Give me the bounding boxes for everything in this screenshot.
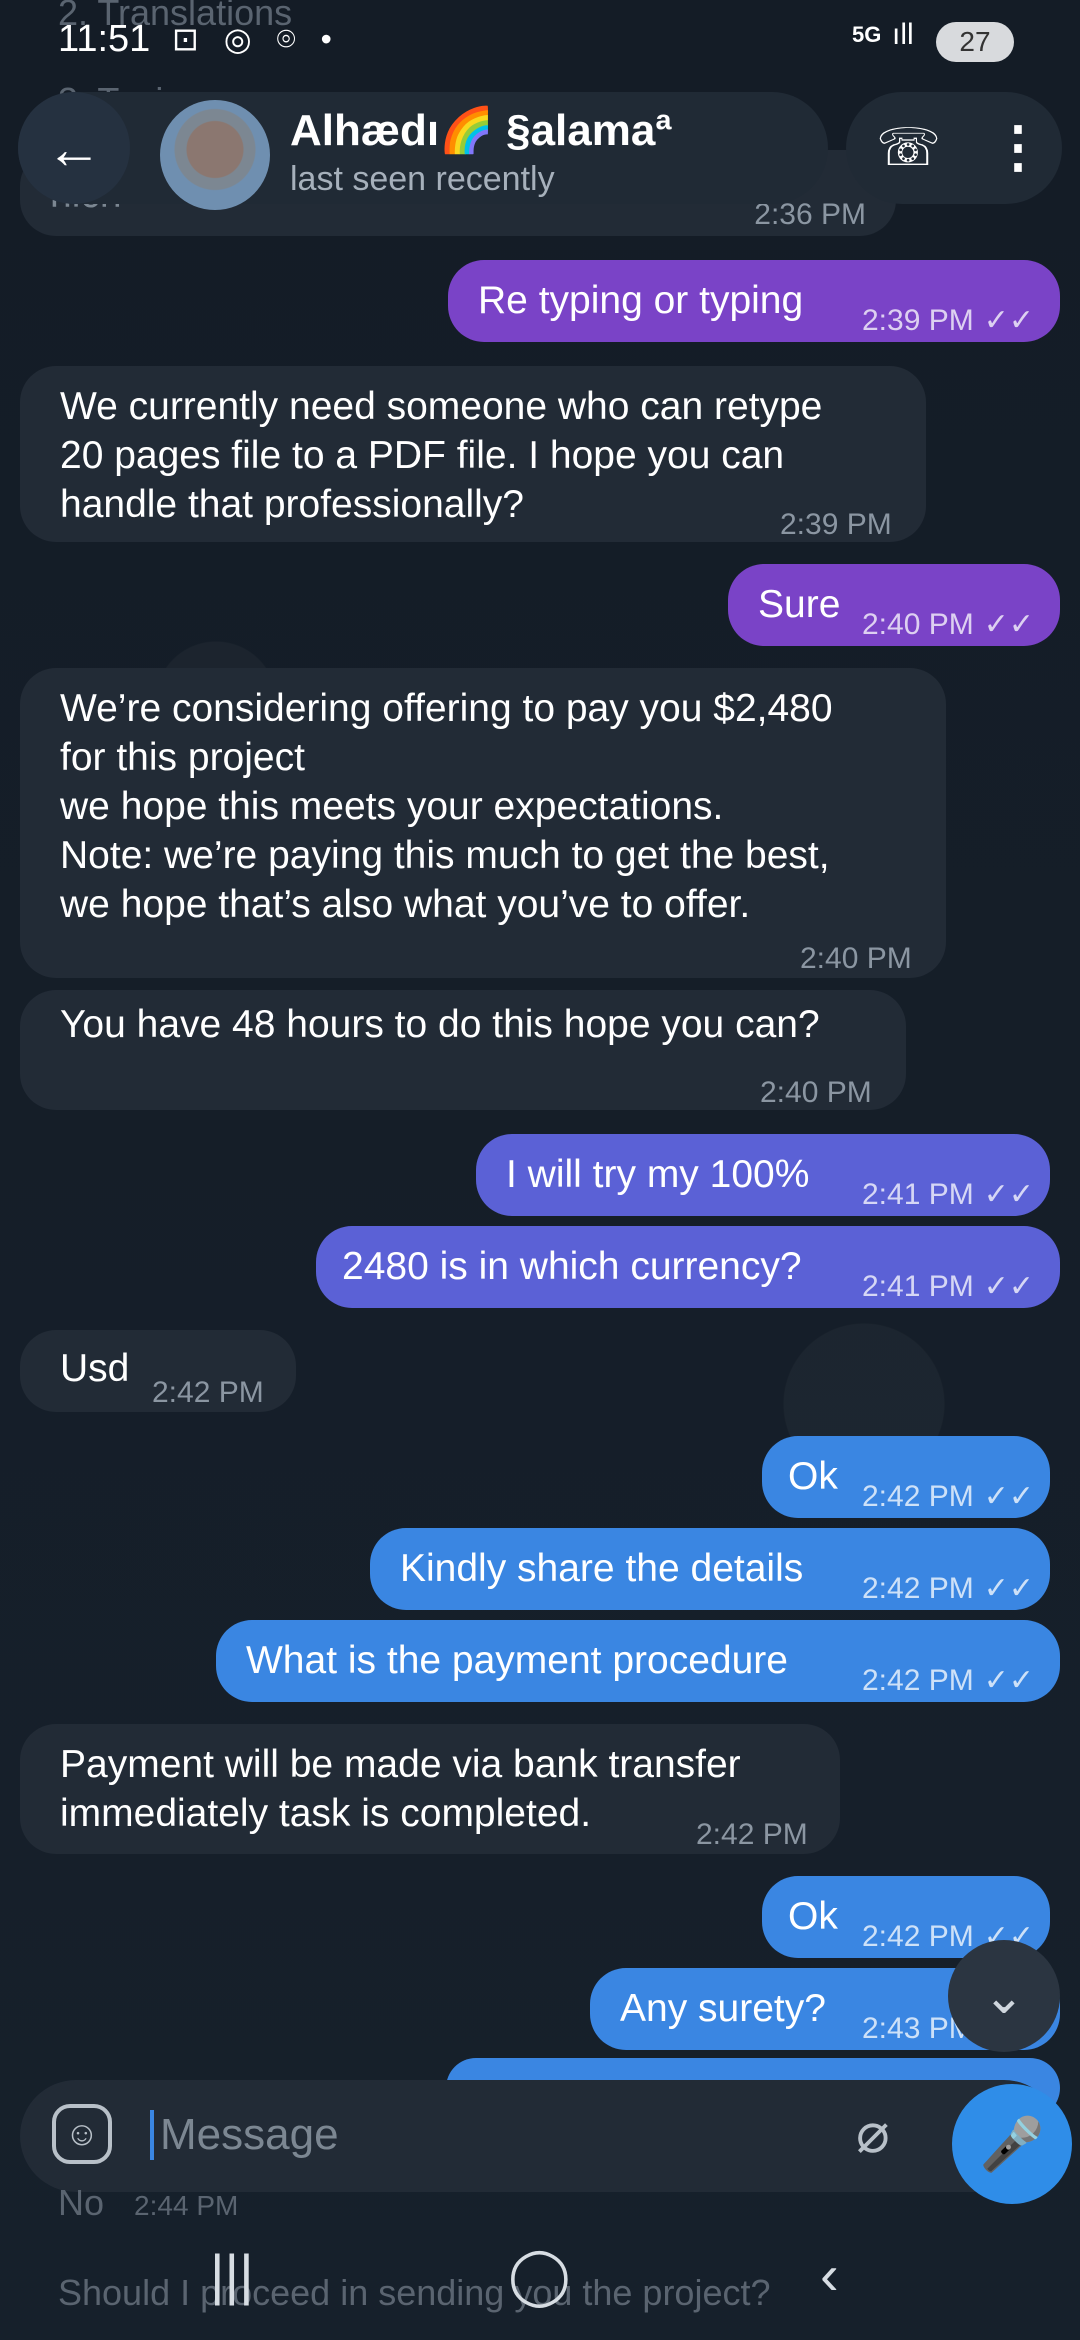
message-text: Ok — [788, 1895, 838, 1938]
read-ticks-icon: ✓✓ — [983, 608, 1035, 641]
message-time: 2:39 PM — [862, 304, 974, 337]
contact-name[interactable]: Alhædı🌈 §alamaª — [290, 104, 672, 156]
emoji-button[interactable]: ☺ — [52, 2104, 112, 2164]
message-text: I will try my 100% — [506, 1153, 810, 1196]
back-button[interactable]: ← — [18, 92, 130, 204]
message-text: Any surety? — [620, 1987, 826, 2030]
ghost-text: No — [58, 2182, 105, 2223]
message-time: 2:42 PM — [862, 1664, 974, 1697]
read-ticks-icon: ✓✓ — [983, 304, 1035, 337]
message-bubble-outgoing[interactable]: Sure 2:40 PM ✓✓ — [728, 564, 1060, 646]
read-ticks-icon: ✓✓ — [983, 1480, 1035, 1513]
message-time: 2:42 PM — [696, 1818, 808, 1851]
message-bubble-outgoing[interactable]: Kindly share the details 2:42 PM ✓✓ — [370, 1528, 1050, 1610]
read-ticks-icon: ✓✓ — [983, 1270, 1035, 1303]
message-bubble-incoming[interactable]: Payment will be made via bank transfer i… — [20, 1724, 840, 1854]
message-time: 2:42 PM — [862, 1480, 974, 1513]
attach-button[interactable]: ⌀ — [856, 2100, 890, 2166]
message-time: 2:39 PM — [780, 508, 892, 541]
avatar[interactable] — [160, 100, 270, 210]
more-options-button[interactable]: ⋮ — [990, 114, 1046, 180]
scroll-to-bottom-button[interactable]: ⌄ — [948, 1940, 1060, 2052]
voice-record-button[interactable]: 🎤 — [952, 2084, 1072, 2204]
message-time: 2:41 PM — [862, 1270, 974, 1303]
message-text: You have 48 hours to do this hope you ca… — [60, 1003, 820, 1046]
message-bubble-outgoing[interactable]: What is the payment procedure 2:42 PM ✓✓ — [216, 1620, 1060, 1702]
more-vertical-icon: ⋮ — [990, 115, 1046, 178]
ghost-message-top-1: 2. Translations — [58, 0, 293, 33]
battery-indicator: 27 — [936, 22, 1014, 62]
message-time: 2:42 PM — [862, 1920, 974, 1953]
message-time: 2:42 PM — [862, 1572, 974, 1605]
message-bubble-incoming[interactable]: We’re considering offering to pay you $2… — [20, 668, 946, 978]
read-ticks-icon: ✓✓ — [983, 1572, 1035, 1605]
back-nav-button[interactable]: ‹ — [820, 2242, 839, 2307]
message-bubble-outgoing[interactable]: Re typing or typing 2:39 PM ✓✓ — [448, 260, 1060, 342]
message-time: 2:40 PM — [800, 942, 912, 975]
network-indicator: 5G — [852, 22, 882, 47]
message-bubble-outgoing[interactable]: Ok 2:42 PM ✓✓ — [762, 1436, 1050, 1518]
message-text: Payment will be made via bank transfer i… — [60, 1743, 741, 1835]
message-text: Re typing or typing — [478, 279, 804, 322]
message-text: Usd — [60, 1347, 130, 1390]
contact-last-seen: last seen recently — [290, 160, 555, 198]
message-text: Sure — [758, 583, 841, 626]
system-nav-bar: ||| ◯ ‹ — [0, 2220, 1080, 2340]
call-button[interactable]: ☏ — [876, 118, 941, 178]
read-ticks-icon: ✓✓ — [983, 1664, 1035, 1697]
recent-apps-button[interactable]: ||| — [210, 2242, 254, 2307]
message-text: We’re considering offering to pay you $2… — [60, 687, 833, 926]
signal-icon: ıll — [892, 18, 914, 51]
microphone-icon: 🎤 — [979, 2115, 1045, 2174]
message-time: 2:42 PM — [152, 1376, 264, 1409]
paperclip-icon: ⌀ — [856, 2101, 890, 2164]
message-text: Kindly share the details — [400, 1547, 804, 1590]
sticker-emoji-icon: ☺ — [64, 2115, 100, 2153]
message-bubble-outgoing[interactable]: I will try my 100% 2:41 PM ✓✓ — [476, 1134, 1050, 1216]
message-bubble-incoming[interactable]: Usd 2:42 PM — [20, 1330, 296, 1412]
message-text: What is the payment procedure — [246, 1639, 788, 1682]
chevron-down-icon: ⌄ — [983, 1968, 1025, 2024]
message-text: We currently need someone who can retype… — [60, 385, 823, 526]
message-bubble-incoming[interactable]: We currently need someone who can retype… — [20, 366, 926, 542]
message-text: Ok — [788, 1455, 838, 1498]
message-time: 2:40 PM — [760, 1076, 872, 1109]
ghost-time: 2:44 PM — [134, 2190, 239, 2221]
message-time: 2:41 PM — [862, 1178, 974, 1211]
message-text: 2480 is in which currency? — [342, 1245, 802, 1288]
phone-icon: ☏ — [876, 119, 942, 177]
back-arrow-icon: ← — [46, 116, 102, 180]
message-time: 2:40 PM — [862, 608, 974, 641]
message-bubble-incoming[interactable]: You have 48 hours to do this hope you ca… — [20, 990, 906, 1110]
message-input[interactable] — [158, 2102, 802, 2168]
message-bubble-outgoing[interactable]: 2480 is in which currency? 2:41 PM ✓✓ — [316, 1226, 1060, 1308]
text-cursor — [150, 2110, 154, 2160]
ghost-message-bottom-1: No 2:44 PM — [58, 2182, 238, 2224]
home-button[interactable]: ◯ — [508, 2242, 571, 2308]
read-ticks-icon: ✓✓ — [983, 1178, 1035, 1211]
